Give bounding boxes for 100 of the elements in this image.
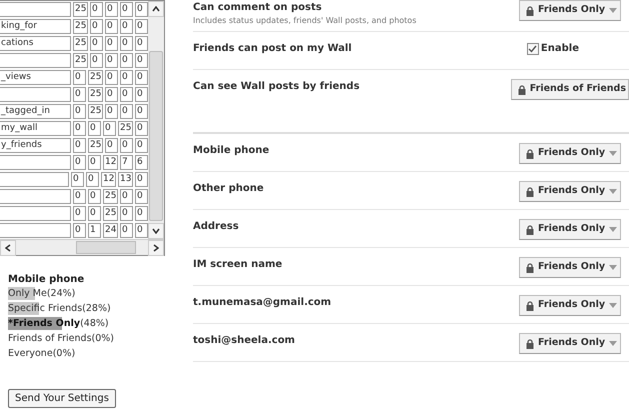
table-cell: 0 xyxy=(135,223,148,238)
caret-icon xyxy=(609,341,618,346)
table-cell: 25 xyxy=(88,87,103,102)
table-cell xyxy=(0,87,71,102)
lock-icon xyxy=(526,338,534,348)
table-cell: 0 xyxy=(73,104,86,119)
table-cell: my_wall xyxy=(0,121,71,136)
privacy-dropdown[interactable]: Friends Only xyxy=(519,219,621,240)
table-cell: 0 xyxy=(120,223,133,238)
table-cell: 0 xyxy=(88,206,101,221)
table-cell: 0 xyxy=(120,53,133,68)
table-cell: 25 xyxy=(118,121,133,136)
table-cell: 0 xyxy=(120,104,133,119)
table-cell xyxy=(0,206,71,221)
privacy-dropdown[interactable]: Friends Only xyxy=(519,181,621,202)
table-cell: 25 xyxy=(103,206,118,221)
table-cell: 7 xyxy=(120,155,133,170)
privacy-dropdown[interactable]: Friends Only xyxy=(519,257,621,278)
table-cell: 0 xyxy=(105,87,118,102)
table-cell: 12 xyxy=(103,155,118,170)
table-cell: 0 xyxy=(73,87,86,102)
table-cell: 13 xyxy=(118,172,133,187)
privacy-dropdown[interactable]: Friends Only xyxy=(519,295,621,316)
table-cell: 0 xyxy=(86,172,99,187)
lock-icon xyxy=(526,262,534,272)
legend-item: Specific Friends(28%) xyxy=(8,301,112,316)
table-cell: 25 xyxy=(88,70,103,85)
table-cell: 25 xyxy=(73,2,88,17)
table-cell: 0 xyxy=(120,87,133,102)
vertical-scrollbar[interactable] xyxy=(148,1,164,239)
setting-label: t.munemasa@gmail.com xyxy=(193,296,332,310)
table-cell: 0 xyxy=(105,53,118,68)
table-cell: 0 xyxy=(73,70,86,85)
table-cell: 25 xyxy=(88,138,103,153)
enable-checkbox[interactable]: Enable xyxy=(526,41,579,56)
table-cell: 12 xyxy=(101,172,116,187)
send-settings-button[interactable]: Send Your Settings xyxy=(8,389,116,408)
table-cell: 0 xyxy=(73,206,86,221)
horizontal-scrollbar[interactable] xyxy=(0,239,164,255)
caret-icon xyxy=(609,303,618,308)
lock-icon xyxy=(526,224,534,234)
table-cell xyxy=(0,155,71,170)
lock-icon xyxy=(526,300,534,310)
setting-label: Can comment on posts xyxy=(193,1,323,15)
table-cell: 0 xyxy=(135,206,148,221)
caret-icon xyxy=(609,227,618,232)
table-cell: 0 xyxy=(88,189,101,204)
setting-label: Friends can post on my Wall xyxy=(193,42,352,56)
table-cell: 0 xyxy=(90,36,103,51)
privacy-dropdown[interactable]: Friends Only xyxy=(519,333,621,354)
privacy-dropdown[interactable]: Friends Only xyxy=(519,0,621,21)
setting-label: Mobile phone xyxy=(193,144,270,158)
table-cell xyxy=(0,53,71,68)
table-cell: 0 xyxy=(135,2,148,17)
table-cell xyxy=(0,223,71,238)
table-cell: 0 xyxy=(135,189,148,204)
table-cell: 0 xyxy=(90,53,103,68)
table-cell: _views xyxy=(0,70,71,85)
table-cell: 0 xyxy=(120,19,133,34)
table-cell: 0 xyxy=(120,206,133,221)
lock-icon xyxy=(526,6,534,16)
table-cell: 0 xyxy=(90,19,103,34)
legend-item: *Friends Only(48%) xyxy=(8,316,110,331)
table-cell: 6 xyxy=(135,155,148,170)
table-cell xyxy=(0,2,71,17)
table-cell: 0 xyxy=(135,172,148,187)
table-cell: 0 xyxy=(88,155,101,170)
table-cell: 25 xyxy=(73,53,88,68)
table-cell: 0 xyxy=(120,189,133,204)
privacy-dropdown[interactable]: Friends of Friends xyxy=(510,79,629,100)
caret-icon xyxy=(609,265,618,270)
privacy-dropdown[interactable]: Friends Only xyxy=(519,143,621,164)
table-cell: 0 xyxy=(120,2,133,17)
caret-icon xyxy=(609,189,618,194)
legend-item: Friends of Friends(0%) xyxy=(8,332,116,346)
table-cell: 0 xyxy=(135,53,148,68)
lock-icon xyxy=(526,148,534,158)
table-cell: 0 xyxy=(135,104,148,119)
table-cell: king_for xyxy=(0,19,71,34)
table-cell: 0 xyxy=(135,70,148,85)
table-cell: 0 xyxy=(135,19,148,34)
setting-label: toshi@sheela.com xyxy=(193,334,295,348)
table-cell: 24 xyxy=(103,223,118,238)
table-cell: 0 xyxy=(73,189,86,204)
table-cell: 0 xyxy=(105,36,118,51)
table-cell: 25 xyxy=(73,19,88,34)
check-icon xyxy=(528,44,538,52)
table-cell: 0 xyxy=(135,138,148,153)
table-cell: 25 xyxy=(73,36,88,51)
table-cell: 0 xyxy=(135,87,148,102)
caret-icon xyxy=(609,8,618,13)
table-cell: 0 xyxy=(105,70,118,85)
setting-label: Other phone xyxy=(193,182,264,196)
table-cell: 25 xyxy=(103,189,118,204)
table-cell: 0 xyxy=(103,121,116,136)
table-cell: 0 xyxy=(73,121,86,136)
legend-item: Only Me(24%) xyxy=(8,286,76,301)
table-cell: 1 xyxy=(88,223,101,238)
table-cell: 0 xyxy=(105,104,118,119)
table-cell: 25 xyxy=(88,104,103,119)
